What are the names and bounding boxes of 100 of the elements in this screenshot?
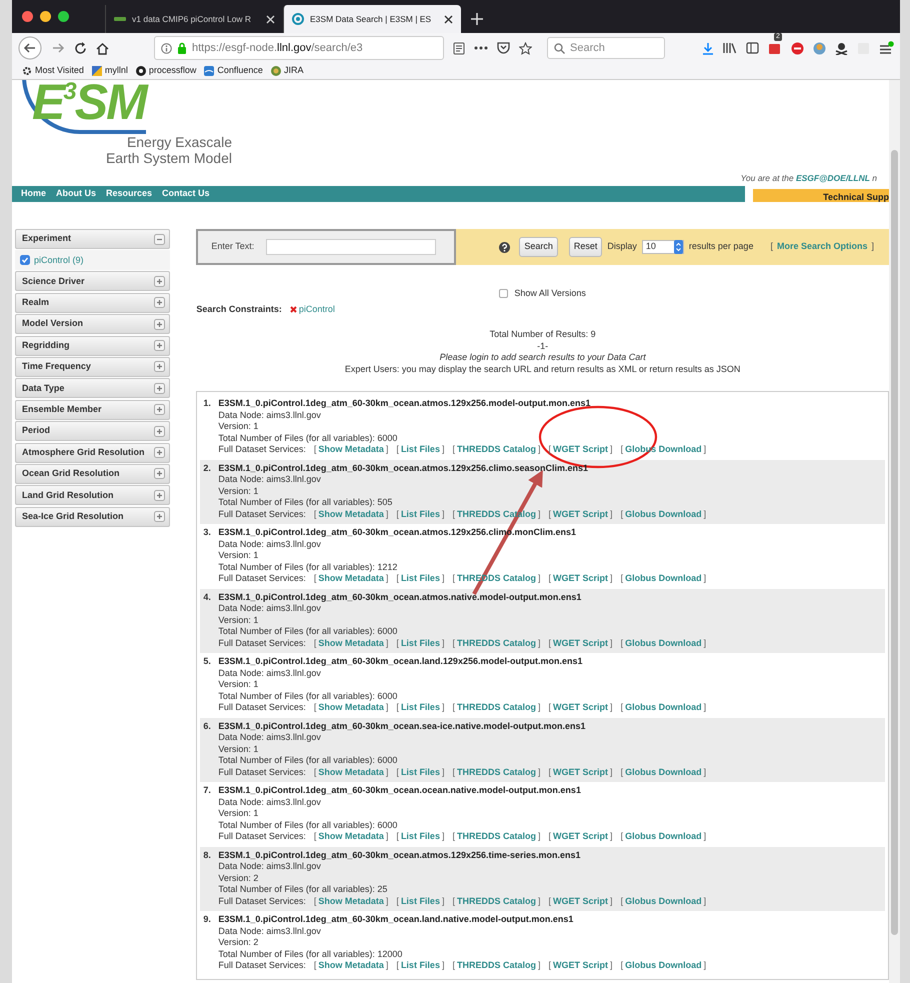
service-link[interactable]: Globus Download [625, 508, 702, 519]
nav-link[interactable]: About Us [56, 187, 96, 201]
plus-icon[interactable] [154, 276, 166, 287]
facet-header[interactable]: Period [15, 421, 170, 442]
checkbox[interactable] [499, 289, 508, 298]
service-link[interactable]: THREDDS Catalog [456, 766, 536, 777]
search-field[interactable]: Search [547, 37, 665, 59]
service-link[interactable]: Globus Download [625, 831, 702, 842]
service-link[interactable]: Globus Download [625, 896, 702, 906]
star-icon[interactable] [519, 42, 532, 54]
plus-icon[interactable] [154, 361, 166, 372]
facet-header[interactable]: Data Type [15, 378, 170, 398]
plus-icon[interactable] [154, 318, 166, 330]
nav-link[interactable]: Home [21, 187, 46, 201]
plus-icon[interactable] [154, 447, 166, 458]
scrollbar[interactable] [889, 80, 900, 983]
plus-icon[interactable] [154, 490, 166, 501]
facet-header[interactable]: Regridding [15, 336, 170, 356]
facet-header[interactable]: Time Frequency [15, 356, 170, 377]
plus-icon[interactable] [154, 340, 166, 352]
facet-header[interactable]: Model Version [15, 314, 170, 334]
nav-link[interactable]: Resources [106, 187, 152, 201]
constraint-tag[interactable]: piControl [298, 302, 335, 316]
service-link[interactable]: WGET Script [553, 573, 608, 584]
service-link[interactable]: THREDDS Catalog [456, 896, 536, 906]
service-link[interactable]: Show Metadata [318, 638, 384, 648]
service-link[interactable]: Show Metadata [318, 896, 384, 906]
bookmark[interactable]: JIRA [270, 64, 304, 78]
bookmark[interactable]: myllnl [92, 64, 128, 78]
service-link[interactable]: Show Metadata [318, 573, 384, 584]
reset-button[interactable]: Reset [568, 237, 602, 257]
service-link[interactable]: List Files [400, 896, 440, 906]
service-link[interactable]: THREDDS Catalog [456, 444, 536, 454]
facet-header[interactable]: Realm [15, 292, 170, 313]
service-link[interactable]: List Files [400, 702, 440, 712]
text-field[interactable] [266, 239, 436, 255]
new-tab-icon[interactable] [471, 13, 483, 25]
browser-tab[interactable]: E3SM Data Search | E3SM | ES [283, 5, 461, 33]
plus-icon[interactable] [154, 382, 166, 394]
plus-icon[interactable] [154, 426, 166, 437]
service-link[interactable]: List Files [400, 960, 440, 970]
minus-icon[interactable] [154, 234, 166, 244]
service-link[interactable]: WGET Script [553, 508, 608, 519]
download-icon[interactable] [702, 42, 714, 54]
service-link[interactable]: THREDDS Catalog [456, 960, 536, 970]
location-link[interactable]: ESGF@DOE/LLNL [796, 173, 870, 183]
facet-header[interactable]: Science Driver [15, 271, 170, 292]
bookmark[interactable]: Most Visited [22, 64, 84, 78]
save-icon[interactable] [497, 42, 510, 54]
service-link[interactable]: Globus Download [625, 960, 702, 970]
plus-icon[interactable] [154, 404, 166, 416]
close-icon[interactable] [444, 14, 453, 24]
service-link[interactable]: Globus Download [625, 573, 702, 584]
reload-icon[interactable] [74, 42, 87, 54]
checkbox[interactable] [20, 255, 30, 266]
service-link[interactable]: WGET Script [553, 638, 608, 648]
remove-icon[interactable] [290, 306, 297, 313]
sidebar-icon[interactable] [746, 42, 759, 54]
extension-icon[interactable] [835, 42, 848, 54]
service-link[interactable]: WGET Script [553, 702, 608, 712]
service-link[interactable]: List Files [400, 508, 440, 519]
service-link[interactable]: Show Metadata [318, 508, 384, 519]
service-link[interactable]: List Files [400, 766, 440, 777]
forward-icon[interactable] [51, 41, 65, 55]
service-link[interactable]: List Files [400, 444, 440, 454]
service-link[interactable]: WGET Script [553, 444, 608, 454]
facet-header[interactable]: Land Grid Resolution [15, 485, 170, 506]
xml-link[interactable]: return results as XML [551, 364, 636, 374]
facet-header[interactable]: Experiment [15, 229, 170, 249]
search-button[interactable]: Search [519, 237, 558, 257]
service-link[interactable]: THREDDS Catalog [456, 702, 536, 712]
service-link[interactable]: WGET Script [553, 766, 608, 777]
service-link[interactable]: List Files [400, 831, 440, 842]
facet-header[interactable]: Atmosphere Grid Resolution [15, 442, 170, 463]
service-link[interactable]: Show Metadata [318, 444, 384, 454]
plus-icon[interactable] [154, 468, 166, 480]
page-size-select[interactable]: 10 [642, 240, 684, 254]
service-link[interactable]: THREDDS Catalog [456, 638, 536, 648]
window-control-icon[interactable] [58, 11, 69, 22]
url-field[interactable]: https://esgf-node.llnl.gov/search/e3 [154, 36, 444, 60]
service-link[interactable]: Show Metadata [318, 831, 384, 842]
service-link[interactable]: Globus Download [625, 638, 702, 648]
home-icon[interactable] [96, 42, 109, 54]
service-link[interactable]: Globus Download [625, 766, 702, 777]
facet-header[interactable]: Sea-Ice Grid Resolution [15, 506, 170, 527]
service-link[interactable]: WGET Script [553, 831, 608, 842]
facet-header[interactable]: Ocean Grid Resolution [15, 464, 170, 484]
service-link[interactable]: List Files [400, 638, 440, 648]
more-options-link[interactable]: More Search Options [776, 240, 868, 254]
reader-view-icon[interactable] [453, 42, 465, 54]
service-link[interactable]: WGET Script [553, 960, 608, 970]
window-control-icon[interactable] [22, 11, 33, 22]
nav-link[interactable]: Contact Us [162, 187, 210, 201]
library-icon[interactable] [723, 42, 737, 54]
menu-icon[interactable] [879, 41, 894, 55]
bookmark[interactable]: Confluence [204, 64, 263, 78]
service-link[interactable]: THREDDS Catalog [456, 831, 536, 842]
support-link[interactable]: Technical Supp [753, 189, 889, 202]
plus-icon[interactable] [154, 297, 166, 308]
service-link[interactable]: Show Metadata [318, 702, 384, 712]
